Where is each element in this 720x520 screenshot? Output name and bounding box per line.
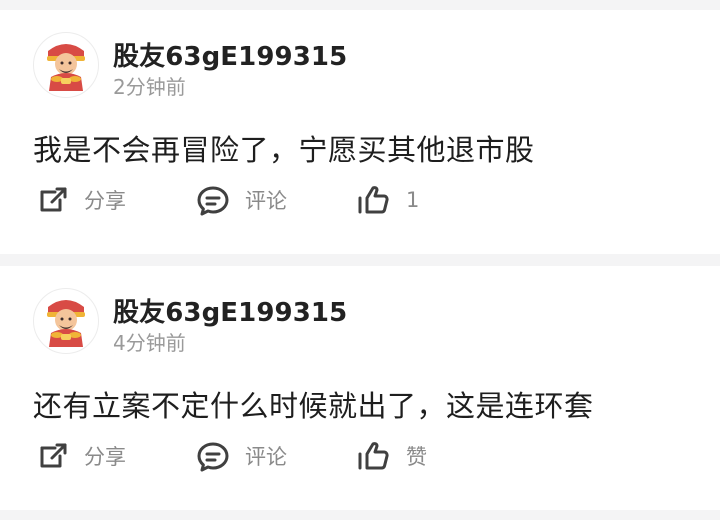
share-icon [34,182,70,218]
avatar[interactable] [33,32,99,98]
like-label: 赞 [406,445,427,469]
post-time: 4分钟前 [113,331,186,355]
comment-icon [195,182,231,218]
comment-label: 评论 [245,189,287,213]
share-icon [34,438,70,474]
like-button[interactable]: 1 [356,182,419,218]
share-label: 分享 [84,189,126,213]
comment-post[interactable]: 股友63gE199315 4分钟前 还有立案不定什么时候就出了，这是连环套 分享 [0,266,720,510]
like-count: 1 [406,188,420,212]
thumbs-up-icon [356,438,392,474]
post-divider [0,254,720,266]
comment-label: 评论 [245,445,287,469]
user-name[interactable]: 股友63gE199315 [113,36,347,73]
comment-content: 还有立案不定什么时候就出了，这是连环套 [33,389,594,423]
like-button[interactable]: 赞 [356,438,427,474]
god-of-wealth-avatar-icon [35,290,97,352]
comment-button[interactable]: 评论 [195,182,287,218]
share-button[interactable]: 分享 [34,182,126,218]
comment-feed: 股友63gE199315 2分钟前 我是不会再冒险了，宁愿买其他退市股 分享 评… [0,0,720,520]
thumbs-up-icon [356,182,392,218]
avatar[interactable] [33,288,99,354]
share-button[interactable]: 分享 [34,438,126,474]
comment-icon [195,438,231,474]
god-of-wealth-avatar-icon [35,34,97,96]
comment-post[interactable]: 股友63gE199315 2分钟前 我是不会再冒险了，宁愿买其他退市股 分享 评… [0,10,720,254]
share-label: 分享 [84,445,126,469]
comment-content: 我是不会再冒险了，宁愿买其他退市股 [33,133,535,167]
post-time: 2分钟前 [113,75,186,99]
comment-button[interactable]: 评论 [195,438,287,474]
top-divider [0,0,720,10]
user-name[interactable]: 股友63gE199315 [113,292,347,329]
